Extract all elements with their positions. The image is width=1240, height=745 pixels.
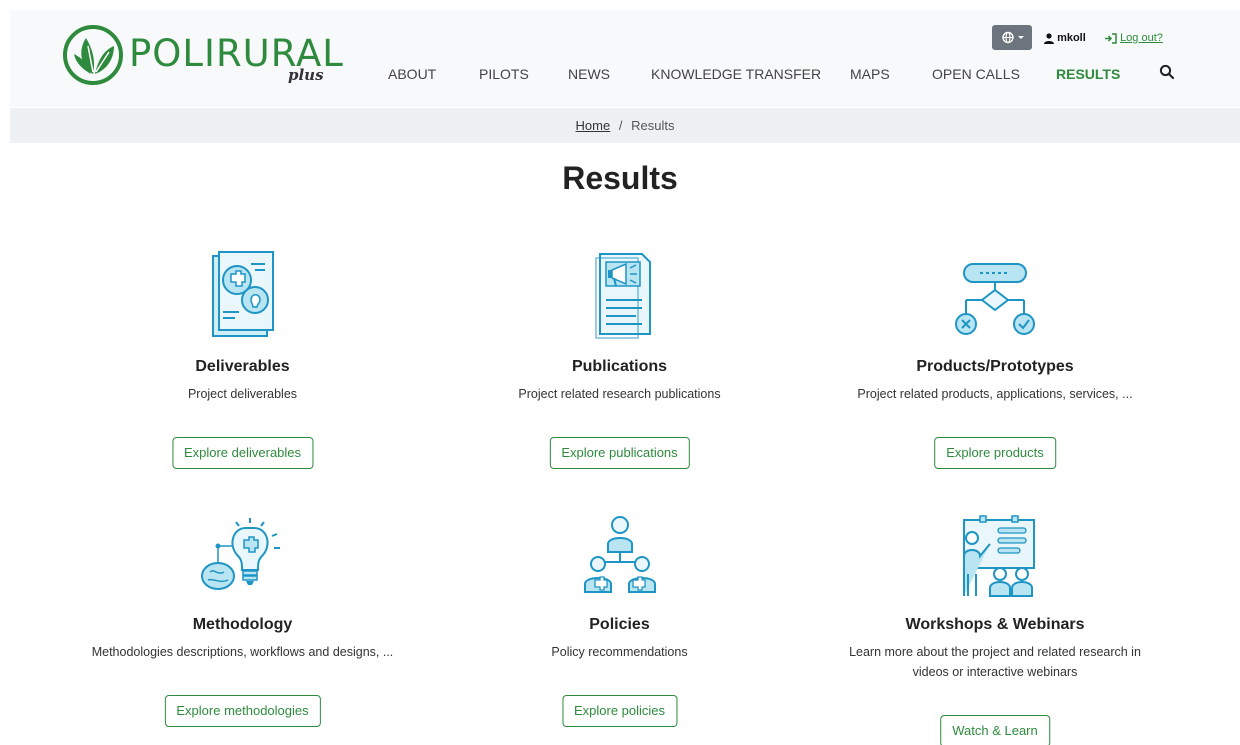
nav-item-pilots[interactable]: Pilots <box>479 66 529 82</box>
logout-label[interactable]: Log out? <box>1120 32 1163 44</box>
nav-item-knowledge-transfer[interactable]: Knowledge Transfer <box>651 66 821 82</box>
card-description: Project related research publications <box>518 387 721 401</box>
user-name: mkoll <box>1057 32 1086 45</box>
card-title: Publications <box>571 358 668 375</box>
breadcrumb: Home / Results <box>10 118 1240 133</box>
results-card-policies: Policies Policy recommendations Explore … <box>467 512 772 732</box>
explore-publications-button[interactable]: Explore publications <box>549 437 690 469</box>
people-network-icon <box>583 516 656 593</box>
card-title: Workshops & Webinars <box>905 616 1085 633</box>
nav-item-results[interactable]: Results <box>1056 66 1120 82</box>
user-account[interactable]: mkoll <box>1044 32 1086 44</box>
explore-policies-button[interactable]: Explore policies <box>561 695 678 727</box>
nav-item-open-calls[interactable]: Open Calls <box>932 66 1020 82</box>
nav-item-news[interactable]: News <box>568 66 610 82</box>
megaphone-document-icon <box>594 253 651 339</box>
results-card-methodology: Methodology Methodologies descriptions, … <box>70 512 415 732</box>
results-card-deliverables: Deliverables Project deliverables Explor… <box>90 250 395 475</box>
nav-item-about[interactable]: About <box>388 66 436 82</box>
language-dropdown[interactable] <box>992 25 1032 50</box>
results-card-products: Products/Prototypes Project related prod… <box>830 250 1160 475</box>
card-title: Products/Prototypes <box>916 358 1074 375</box>
flowchart-icon <box>955 263 1035 335</box>
explore-methodologies-button[interactable]: Explore methodologies <box>164 695 321 727</box>
globe-icon <box>1002 31 1024 44</box>
card-title: Deliverables <box>195 358 290 375</box>
card-description: Learn more about the project and related… <box>849 645 1141 679</box>
card-description: Project related products, applications, … <box>857 387 1133 401</box>
search-icon <box>1159 64 1175 80</box>
brain-bulb-icon <box>200 518 280 590</box>
card-description: Project deliverables <box>187 387 298 401</box>
breadcrumb-home[interactable]: Home <box>576 118 611 133</box>
page-title: Results <box>562 160 678 196</box>
card-description: Methodologies descriptions, workflows an… <box>91 645 394 659</box>
search-button[interactable] <box>1159 64 1175 85</box>
logout-link[interactable]: Log out? <box>1104 32 1163 44</box>
results-card-publications: Publications Project related research pu… <box>467 250 772 475</box>
presentation-audience-icon <box>963 515 1035 597</box>
sign-out-icon <box>1105 32 1117 44</box>
site-header: POLIRURAL plus mkoll Log out? About Pilo… <box>10 10 1240 107</box>
watch-and-learn-button[interactable]: Watch & Learn <box>940 715 1050 745</box>
card-title: Methodology <box>192 616 293 633</box>
card-title: Policies <box>589 616 650 633</box>
main-nav: About Pilots News Knowledge Transfer Map… <box>10 66 1240 86</box>
explore-deliverables-button[interactable]: Explore deliverables <box>171 437 314 469</box>
card-description: Policy recommendations <box>551 645 688 659</box>
user-icon <box>1044 32 1054 44</box>
document-puzzle-bulb-icon <box>211 251 274 337</box>
breadcrumb-separator: / <box>618 118 623 133</box>
explore-products-button[interactable]: Explore products <box>934 437 1056 469</box>
breadcrumb-bar: Home / Results <box>10 108 1240 143</box>
breadcrumb-current: Results <box>631 118 675 133</box>
nav-item-maps[interactable]: Maps <box>850 66 890 82</box>
results-card-workshops: Workshops & Webinars Learn more about th… <box>825 512 1165 745</box>
